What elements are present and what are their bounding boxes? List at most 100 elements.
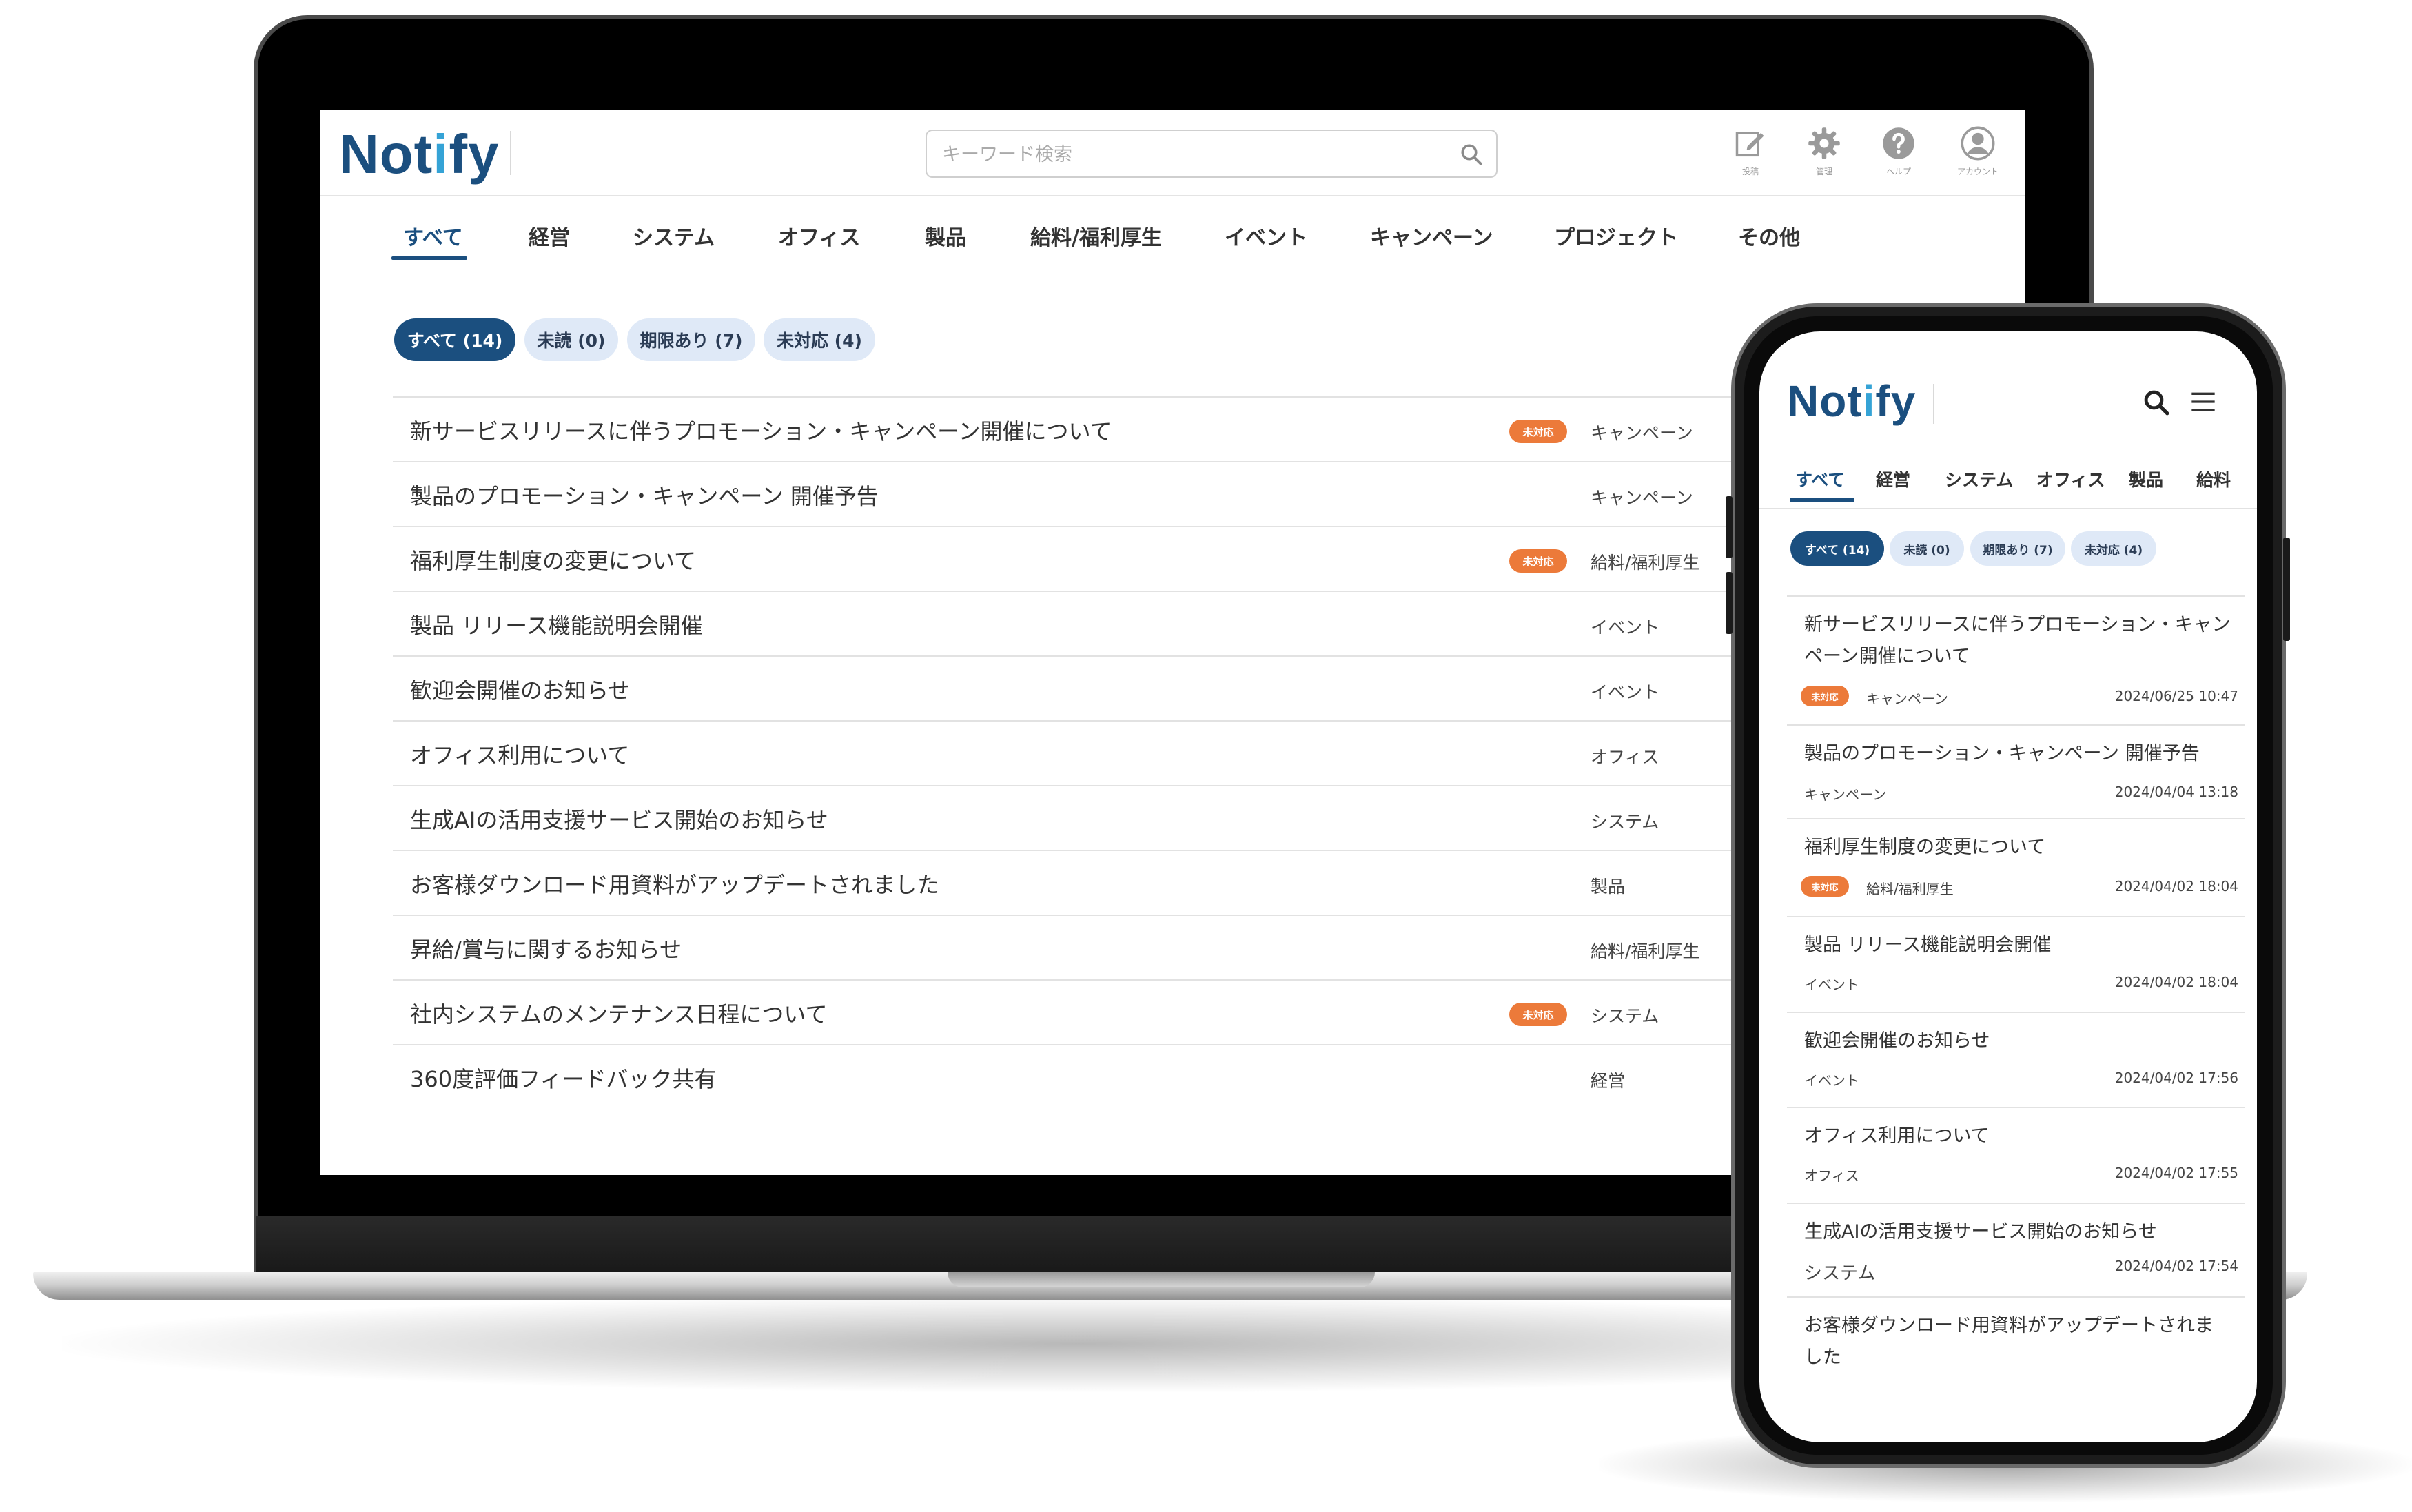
admin-label: 管理 bbox=[1815, 167, 1832, 176]
list-item[interactable]: 製品 リリース機能説明会開催 イベント 2024/04/02 18:04 bbox=[1787, 916, 2245, 1012]
item-category: 給料/福利厚生 bbox=[1591, 941, 1700, 961]
item-category: キャンペーン bbox=[1866, 691, 1948, 707]
filter-deadline-chip[interactable]: 期限あり (7) bbox=[627, 318, 755, 361]
phone-volume-button bbox=[1726, 572, 1733, 634]
filter-pending-chip[interactable]: 未対応 (4) bbox=[2071, 531, 2156, 566]
filter-unread-chip[interactable]: 未読 (0) bbox=[524, 318, 618, 361]
item-date: 2024/04/02 18:04 bbox=[2114, 974, 2238, 990]
list-item[interactable]: オフィス利用について オフィス 2024/04/02 17:55 bbox=[1787, 1107, 2245, 1203]
search-box bbox=[926, 130, 1498, 178]
item-date: 2024/04/02 17:55 bbox=[2114, 1165, 2238, 1181]
admin-button[interactable]: 管理 bbox=[1793, 125, 1855, 177]
menu-icon[interactable] bbox=[2189, 389, 2217, 414]
tab-other[interactable]: その他 bbox=[1738, 221, 1800, 251]
item-title: 歓迎会開催のお知らせ bbox=[410, 677, 631, 704]
item-title: 社内システムのメンテナンス日程について bbox=[410, 1001, 828, 1028]
item-title: 製品 リリース機能説明会開催 bbox=[1804, 934, 2052, 956]
tab-event[interactable]: イベント bbox=[1225, 221, 1307, 251]
item-category: オフィス bbox=[1804, 1167, 1859, 1184]
item-title: 福利厚生制度の変更について bbox=[410, 548, 697, 574]
item-title: お客様ダウンロード用資料がアップデートされました bbox=[410, 872, 940, 898]
list-item[interactable]: 新サービスリリースに伴うプロモーション・キャンペーン開催について 未対応 キャン… bbox=[1787, 595, 2245, 724]
status-badge: 未対応 bbox=[1509, 420, 1567, 443]
item-category: イベント bbox=[1591, 617, 1660, 637]
account-button[interactable]: アカウント bbox=[1947, 125, 2009, 177]
item-title: 360度評価フィードバック共有 bbox=[410, 1066, 717, 1092]
laptop-hinge-notch bbox=[948, 1272, 1375, 1287]
item-title: お客様ダウンロード用資料がアップデートされました bbox=[1804, 1315, 2214, 1368]
item-category: イベント bbox=[1591, 682, 1660, 702]
tab-product[interactable]: 製品 bbox=[2129, 467, 2163, 491]
item-category: システム bbox=[1591, 812, 1659, 832]
mobile-category-tabs: すべて 経営 システム オフィス 製品 給料 bbox=[1759, 461, 2257, 509]
logo-accent: i bbox=[1862, 376, 1876, 426]
item-category: オフィス bbox=[1591, 747, 1659, 767]
status-badge: 未対応 bbox=[1509, 549, 1567, 573]
search-icon[interactable] bbox=[2142, 388, 2171, 417]
tab-salary-benefits[interactable]: 給料/福利厚生 bbox=[1030, 221, 1162, 251]
item-date: 2024/04/02 18:04 bbox=[2114, 878, 2238, 895]
post-label: 投稿 bbox=[1741, 167, 1759, 176]
tab-campaign[interactable]: キャンペーン bbox=[1370, 221, 1493, 251]
item-category: 経営 bbox=[1591, 1071, 1626, 1091]
item-category: イベント bbox=[1804, 977, 1859, 993]
item-title: 生成AIの活用支援サービス開始のお知らせ bbox=[410, 807, 828, 833]
filter-all-chip[interactable]: すべて (14) bbox=[394, 318, 515, 361]
item-date: 2024/04/04 13:18 bbox=[2114, 784, 2238, 800]
item-category: 給料/福利厚生 bbox=[1866, 881, 1954, 897]
tab-salary[interactable]: 給料 bbox=[2196, 467, 2231, 491]
status-badge: 未対応 bbox=[1801, 686, 1849, 706]
list-item[interactable]: 生成AIの活用支援サービス開始のお知らせ システム 2024/04/02 17:… bbox=[1787, 1203, 2245, 1296]
tab-product[interactable]: 製品 bbox=[925, 221, 966, 251]
logo-divider bbox=[1933, 384, 1934, 424]
status-badge: 未対応 bbox=[1801, 876, 1849, 897]
filter-deadline-chip[interactable]: 期限あり (7) bbox=[1970, 531, 2065, 566]
item-title: 新サービスリリースに伴うプロモーション・キャンペーン開催について bbox=[410, 418, 1112, 445]
mobile-screen: Notify すべて 経営 システム オフィス 製品 給料 すべて (14) 未… bbox=[1759, 331, 2257, 1442]
list-item[interactable]: お客様ダウンロード用資料がアップデートされました bbox=[1787, 1296, 2245, 1407]
filter-all-chip[interactable]: すべて (14) bbox=[1790, 531, 1884, 566]
list-item[interactable]: 歓迎会開催のお知らせ イベント 2024/04/02 17:56 bbox=[1787, 1012, 2245, 1107]
item-category: キャンペーン bbox=[1591, 488, 1693, 508]
item-category: システム bbox=[1804, 1263, 1876, 1284]
item-category: 給料/福利厚生 bbox=[1591, 553, 1700, 573]
logo-divider bbox=[510, 131, 511, 175]
tab-management[interactable]: 経営 bbox=[529, 221, 570, 251]
tab-system[interactable]: システム bbox=[1945, 467, 2013, 491]
tab-project[interactable]: プロジェクト bbox=[1554, 221, 1678, 251]
tab-system[interactable]: システム bbox=[633, 221, 715, 251]
item-title: 製品のプロモーション・キャンペーン 開催予告 bbox=[410, 483, 879, 509]
tab-all[interactable]: すべて bbox=[403, 221, 463, 251]
search-icon[interactable] bbox=[1459, 142, 1484, 167]
filter-unread-chip[interactable]: 未読 (0) bbox=[1890, 531, 1964, 566]
phone-power-button bbox=[2283, 538, 2290, 641]
item-title: オフィス利用について bbox=[1804, 1125, 1990, 1147]
tab-management[interactable]: 経営 bbox=[1876, 467, 1910, 491]
active-tab-indicator bbox=[1790, 498, 1854, 502]
post-button[interactable]: 投稿 bbox=[1719, 125, 1781, 177]
help-button[interactable]: ヘルプ bbox=[1868, 125, 1930, 177]
filter-pending-chip[interactable]: 未対応 (4) bbox=[764, 318, 875, 361]
item-date: 2024/04/02 17:54 bbox=[2114, 1258, 2238, 1274]
item-title: 製品 リリース機能説明会開催 bbox=[410, 613, 703, 639]
item-title: 生成AIの活用支援サービス開始のお知らせ bbox=[1804, 1221, 2157, 1243]
list-item[interactable]: 製品のプロモーション・キャンペーン 開催予告 キャンペーン 2024/04/04… bbox=[1787, 724, 2245, 818]
search-input[interactable] bbox=[941, 139, 1451, 170]
item-category: 製品 bbox=[1591, 877, 1626, 897]
tab-office[interactable]: オフィス bbox=[778, 221, 860, 251]
tab-office[interactable]: オフィス bbox=[2036, 467, 2105, 491]
phone-volume-button bbox=[1726, 496, 1733, 558]
tab-all[interactable]: すべて bbox=[1795, 467, 1845, 491]
account-icon bbox=[1961, 126, 1995, 161]
mobile-app-logo[interactable]: Notify bbox=[1787, 376, 1916, 427]
account-label: アカウント bbox=[1956, 167, 1999, 176]
desktop-header: Notify 投稿 bbox=[320, 110, 2025, 196]
edit-icon bbox=[1735, 132, 1764, 157]
list-item[interactable]: 福利厚生制度の変更について 未対応 給料/福利厚生 2024/04/02 18:… bbox=[1787, 818, 2245, 916]
item-title: オフィス利用について bbox=[410, 742, 630, 768]
gear-icon bbox=[1808, 127, 1840, 159]
item-title: 新サービスリリースに伴うプロモーション・キャンペーン開催について bbox=[1804, 614, 2231, 667]
app-logo[interactable]: Notify bbox=[339, 123, 500, 186]
item-date: 2024/06/25 10:47 bbox=[2114, 688, 2238, 704]
help-icon bbox=[1883, 127, 1914, 159]
